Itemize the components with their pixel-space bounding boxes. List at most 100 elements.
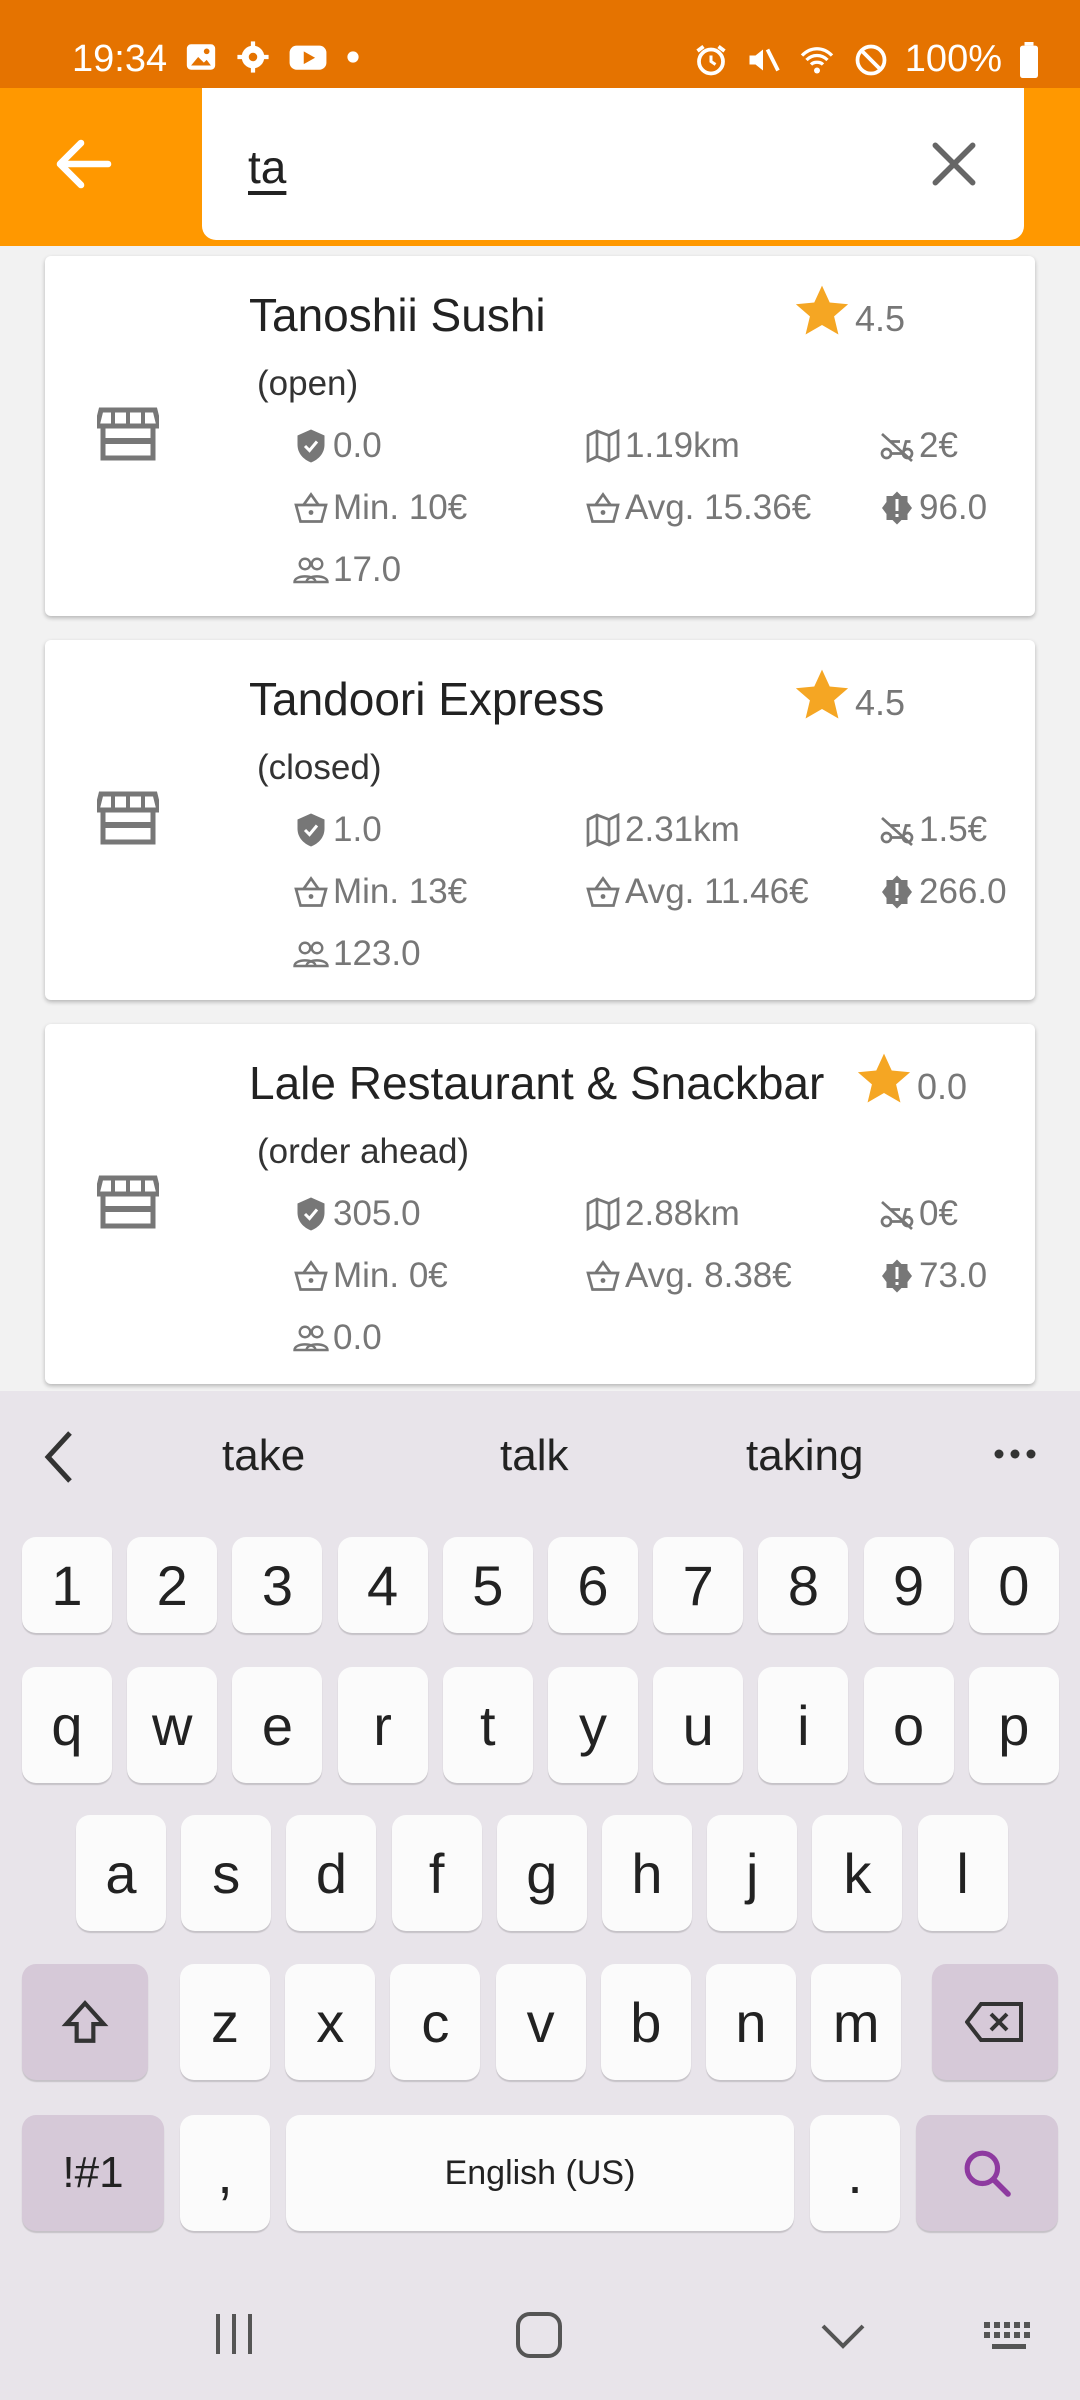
- key-number[interactable]: 4: [337, 1537, 428, 1633]
- restaurant-rating: 0.0: [917, 1066, 968, 1107]
- avg-order-text: Avg. 11.46€: [625, 872, 809, 911]
- alert-badge-icon: [879, 1258, 919, 1294]
- open-status: (order ahead): [257, 1132, 470, 1171]
- score-value: 0.0: [293, 426, 382, 466]
- back-arrow-icon[interactable]: [48, 128, 120, 200]
- key-number[interactable]: 5: [442, 1537, 533, 1633]
- more-options-icon[interactable]: [992, 1447, 1038, 1461]
- avg-order-text: Avg. 8.38€: [625, 1256, 792, 1295]
- key-letter[interactable]: e: [232, 1667, 323, 1783]
- alert-badge-icon: [879, 490, 919, 526]
- search-input-text[interactable]: ta: [248, 140, 286, 194]
- people-count: 17.0: [293, 550, 401, 590]
- delivery-fee-text: 2€: [919, 426, 958, 465]
- key-letter[interactable]: o: [863, 1667, 954, 1783]
- key-letter[interactable]: d: [286, 1815, 377, 1931]
- key-letter[interactable]: i: [758, 1667, 849, 1783]
- clear-icon[interactable]: [926, 136, 982, 192]
- restaurant-name: Lale Restaurant & Snackbar: [249, 1057, 825, 1109]
- basket-icon: [585, 490, 625, 526]
- people-count-text: 123.0: [333, 934, 421, 973]
- delivery-fee: 1.5€: [879, 810, 987, 850]
- key-letter[interactable]: z: [180, 1964, 270, 2080]
- youtube-icon: [289, 45, 327, 70]
- restaurant-card[interactable]: Tandoori Express 4.5 (closed) 1.0 2.31km 1.5€…: [45, 640, 1035, 1000]
- key-letter[interactable]: h: [602, 1815, 692, 1931]
- key-number[interactable]: 7: [653, 1537, 744, 1633]
- keyboard-switch-icon[interactable]: [982, 2320, 1036, 2352]
- key-letter[interactable]: j: [707, 1815, 798, 1931]
- people-count-text: 17.0: [333, 550, 402, 589]
- collapse-suggestions-icon[interactable]: [40, 1427, 80, 1487]
- period-key[interactable]: .: [810, 2115, 900, 2231]
- star-icon: [793, 666, 851, 724]
- suggestion-1[interactable]: take: [222, 1431, 305, 1481]
- key-letter[interactable]: r: [337, 1667, 428, 1783]
- status-bar: 19:34 100%: [0, 0, 1080, 88]
- store-icon: [93, 790, 163, 846]
- restaurant-card[interactable]: Tanoshii Sushi 4.5 (open) 0.0 1.19km 2€ Min. 1…: [45, 256, 1035, 616]
- key-letter[interactable]: s: [181, 1815, 272, 1931]
- suggestion-2[interactable]: talk: [500, 1431, 568, 1481]
- distance-value: 2.31km: [585, 810, 740, 850]
- key-number[interactable]: 8: [758, 1537, 849, 1633]
- key-letter[interactable]: g: [496, 1815, 587, 1931]
- shift-icon: [61, 2000, 109, 2043]
- min-order: Min. 10€: [293, 488, 467, 528]
- hide-keyboard-icon[interactable]: [820, 2322, 866, 2350]
- key-letter[interactable]: f: [391, 1815, 482, 1931]
- delivery-fee-text: 0€: [919, 1194, 958, 1233]
- home-icon[interactable]: [514, 2310, 564, 2360]
- recent-apps-icon[interactable]: [212, 2312, 258, 2356]
- key-letter[interactable]: c: [390, 1964, 481, 2080]
- key-number[interactable]: 9: [863, 1537, 954, 1633]
- avg-order: Avg. 15.36€: [585, 488, 811, 528]
- key-letter[interactable]: m: [811, 1964, 902, 2080]
- search-key[interactable]: [916, 2115, 1058, 2231]
- key-letter[interactable]: n: [706, 1964, 796, 2080]
- key-letter[interactable]: w: [127, 1667, 218, 1783]
- min-order: Min. 13€: [293, 872, 467, 912]
- comma-key[interactable]: ,: [180, 2115, 270, 2231]
- key-number[interactable]: 3: [232, 1537, 323, 1633]
- search-field[interactable]: ta: [202, 88, 1024, 240]
- space-key[interactable]: English (US): [286, 2115, 794, 2231]
- people-icon: [293, 552, 333, 588]
- key-letter[interactable]: t: [442, 1667, 533, 1783]
- backspace-key[interactable]: [932, 1964, 1058, 2080]
- key-letter[interactable]: q: [22, 1667, 112, 1783]
- key-number[interactable]: 2: [127, 1537, 218, 1633]
- app-bar: ta: [0, 88, 1080, 246]
- restaurant-list: Tanoshii Sushi 4.5 (open) 0.0 1.19km 2€ Min. 1…: [0, 246, 1080, 1391]
- key-letter[interactable]: v: [495, 1964, 586, 2080]
- restaurant-name: Tandoori Express: [249, 673, 605, 725]
- keyboard: take talk taking 1234567890 qwertyuiop asd…: [0, 1391, 1080, 2400]
- key-letter[interactable]: y: [548, 1667, 638, 1783]
- shift-key[interactable]: [22, 1964, 148, 2080]
- key-letter[interactable]: l: [917, 1815, 1008, 1931]
- key-letter[interactable]: b: [600, 1964, 691, 2080]
- key-letter[interactable]: k: [812, 1815, 903, 1931]
- badge-value-text: 266.0: [919, 872, 1007, 911]
- avg-order-text: Avg. 15.36€: [625, 488, 812, 527]
- shield-icon: [293, 1196, 333, 1232]
- open-status: (closed): [257, 748, 382, 787]
- score-value: 305.0: [293, 1194, 421, 1234]
- key-letter[interactable]: a: [76, 1815, 166, 1931]
- distance-value-text: 2.88km: [625, 1194, 740, 1233]
- score-value-text: 1.0: [333, 810, 382, 849]
- key-letter[interactable]: x: [285, 1964, 376, 2080]
- key-number[interactable]: 1: [22, 1537, 112, 1633]
- shield-icon: [293, 428, 333, 464]
- key-letter[interactable]: u: [653, 1667, 744, 1783]
- key-number[interactable]: 6: [548, 1537, 638, 1633]
- distance-value: 1.19km: [585, 426, 740, 466]
- key-number[interactable]: 0: [968, 1537, 1059, 1633]
- suggestion-3[interactable]: taking: [746, 1431, 863, 1481]
- battery-percent: 100%: [904, 38, 1002, 80]
- settings-icon: [237, 41, 269, 73]
- key-letter[interactable]: p: [968, 1667, 1059, 1783]
- symbols-key[interactable]: !#1: [22, 2115, 164, 2231]
- avg-order: Avg. 8.38€: [585, 1256, 792, 1296]
- restaurant-card[interactable]: Lale Restaurant & Snackbar 0.0 (order ahea…: [45, 1024, 1035, 1384]
